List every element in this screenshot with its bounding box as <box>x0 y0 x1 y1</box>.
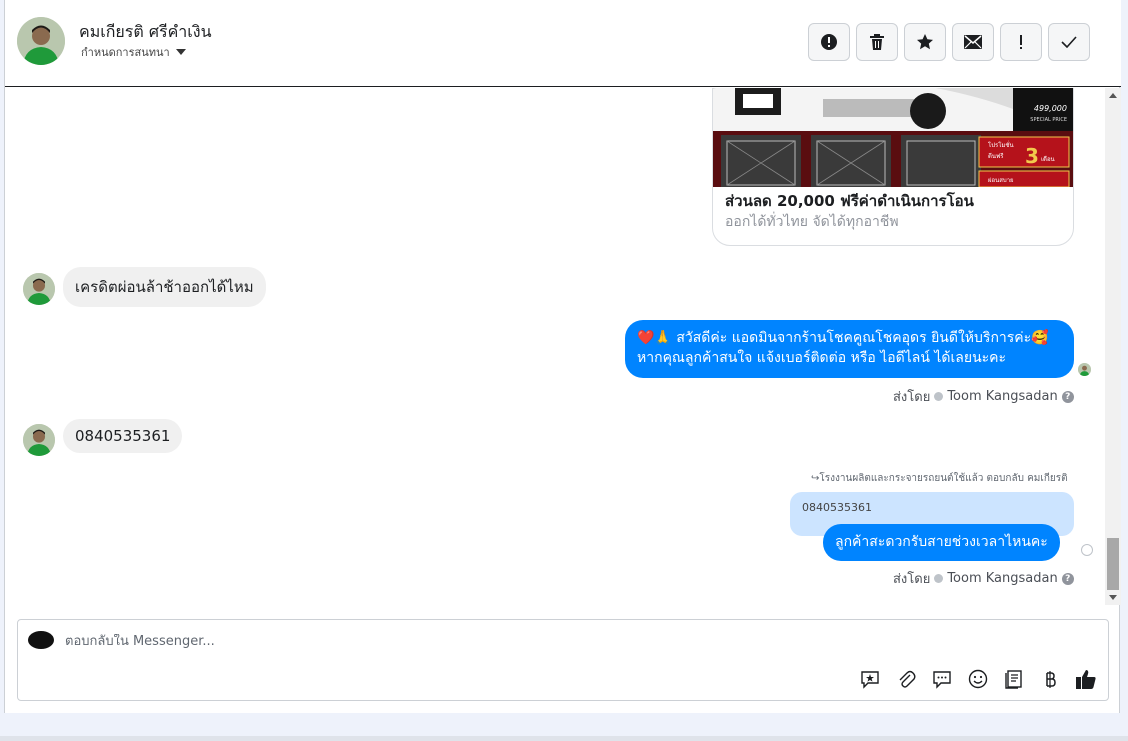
sent-by-info: ส่งโดย Toom Kangsadan ? <box>893 568 1074 589</box>
outgoing-message[interactable]: ลูกค้าสะดวกรับสายช่วงเวลาไหนคะ <box>823 524 1060 561</box>
done-button[interactable] <box>1048 23 1090 61</box>
scrollbar-thumb[interactable] <box>1107 538 1119 590</box>
bottom-bar <box>0 736 1128 741</box>
card-promo1: โปรโมชั่น <box>988 141 1014 149</box>
saved-reply-icon <box>861 671 879 689</box>
sent-by-label: ส่งโดย <box>893 572 931 587</box>
reply-input[interactable] <box>65 634 665 649</box>
baht-icon <box>1046 671 1056 688</box>
verified-icon <box>934 574 944 583</box>
verified-icon <box>934 392 944 401</box>
sent-by-info: ส่งโดย Toom Kangsadan ? <box>893 386 1074 407</box>
help-icon[interactable]: ? <box>1061 390 1074 403</box>
payment-button[interactable] <box>1038 667 1062 691</box>
reply-note-text: โรงงานผลิตและกระจายรถยนต์ใช้แล้ว ตอบกลับ… <box>819 473 1068 484</box>
page-logo-icon <box>28 631 54 649</box>
delete-button[interactable] <box>856 23 898 61</box>
chat-bubbles-icon <box>933 671 951 689</box>
outgoing-message-line1: ❤️🙏 สวัสดีค่ะ แอดมินจากร้านโชคคูณโชคอุดร… <box>637 330 1049 346</box>
spam-button[interactable] <box>808 23 850 61</box>
chat-button[interactable] <box>930 667 954 691</box>
contact-avatar[interactable] <box>17 17 65 65</box>
sent-by-label: ส่งโดย <box>893 390 931 405</box>
seen-by-avatar <box>1078 363 1091 376</box>
card-title: ส่วนลด 20,000 ฟรีค่าดำเนินการโอน <box>725 192 974 210</box>
card-subtitle: ออกได้ทั่วไทย จัดได้ทุกอาชีพ <box>725 214 899 230</box>
help-icon[interactable]: ? <box>1061 572 1074 585</box>
card-promo-unit: เดือน <box>1041 155 1055 163</box>
star-icon <box>917 34 933 50</box>
incoming-message[interactable]: 0840535361 <box>63 419 183 453</box>
message-thread[interactable]: 499,000 SPECIAL PRICE โปรโมชั่น ดีนฟรี 3… <box>5 88 1105 605</box>
card-image: 499,000 SPECIAL PRICE โปรโมชั่น ดีนฟรี 3… <box>713 88 1073 187</box>
like-button[interactable] <box>1074 667 1098 691</box>
conversation-label-dropdown[interactable]: กำหนดการสนทนา <box>81 43 186 61</box>
scroll-up-arrow-icon[interactable] <box>1109 93 1117 98</box>
outgoing-message[interactable]: ❤️🙏 สวัสดีค่ะ แอดมินจากร้านโชคคูณโชคอุดร… <box>625 320 1074 378</box>
attachment-icon <box>899 670 916 688</box>
sender-avatar <box>23 273 55 305</box>
mark-unread-button[interactable] <box>952 23 994 61</box>
scroll-down-arrow-icon[interactable] <box>1109 595 1117 600</box>
reply-note: ↪โรงงานผลิตและกระจายรถยนต์ใช้แล้ว ตอบกลั… <box>811 471 1068 486</box>
checkmark-icon <box>1061 36 1077 48</box>
alert-circle-icon <box>821 34 837 50</box>
card-price-text: 499,000 <box>1034 104 1067 113</box>
thumbs-up-icon <box>1076 670 1096 689</box>
caret-down-icon <box>175 49 186 55</box>
contact-name: คมเกียรติ ศรีคำเงิน <box>79 22 212 41</box>
sender-name[interactable]: Toom Kangsadan <box>947 389 1057 404</box>
emoji-button[interactable] <box>966 667 990 691</box>
trash-icon <box>870 34 884 50</box>
emoji-icon <box>968 669 988 689</box>
thread-scrollbar[interactable] <box>1105 88 1121 605</box>
incoming-message[interactable]: เครดิตผ่อนล้าช้าออกได้ไหม <box>63 267 266 307</box>
sender-avatar <box>23 424 55 456</box>
important-button[interactable] <box>1000 23 1042 61</box>
conversation-header: คมเกียรติ ศรีคำเงิน กำหนดการสนทนา <box>5 0 1121 87</box>
document-icon <box>1005 670 1022 689</box>
conversation-label-text: กำหนดการสนทนา <box>81 46 170 59</box>
card-promo-num: 3 <box>1025 144 1039 168</box>
delivered-icon <box>1081 544 1093 556</box>
inbox-window: คมเกียรติ ศรีคำเงิน กำหนดการสนทนา 499,00… <box>4 0 1121 713</box>
product-card[interactable]: 499,000 SPECIAL PRICE โปรโมชั่น ดีนฟรี 3… <box>712 88 1074 246</box>
card-promo2: ดีนฟรี <box>988 152 1004 160</box>
sender-name[interactable]: Toom Kangsadan <box>947 571 1057 586</box>
attach-button[interactable] <box>894 667 918 691</box>
message-composer <box>17 619 1109 701</box>
star-button[interactable] <box>904 23 946 61</box>
saved-reply-button[interactable] <box>858 667 882 691</box>
card-special-text: SPECIAL PRICE <box>1030 117 1067 123</box>
envelope-icon <box>964 35 982 49</box>
outgoing-message-line2: หากคุณลูกค้าสนใจ แจ้งเบอร์ติดต่อ หรือ ไอ… <box>637 350 1007 366</box>
document-button[interactable] <box>1002 667 1026 691</box>
exclamation-icon <box>1020 35 1022 49</box>
card-promo3: ผ่อนสบาย <box>988 177 1014 184</box>
